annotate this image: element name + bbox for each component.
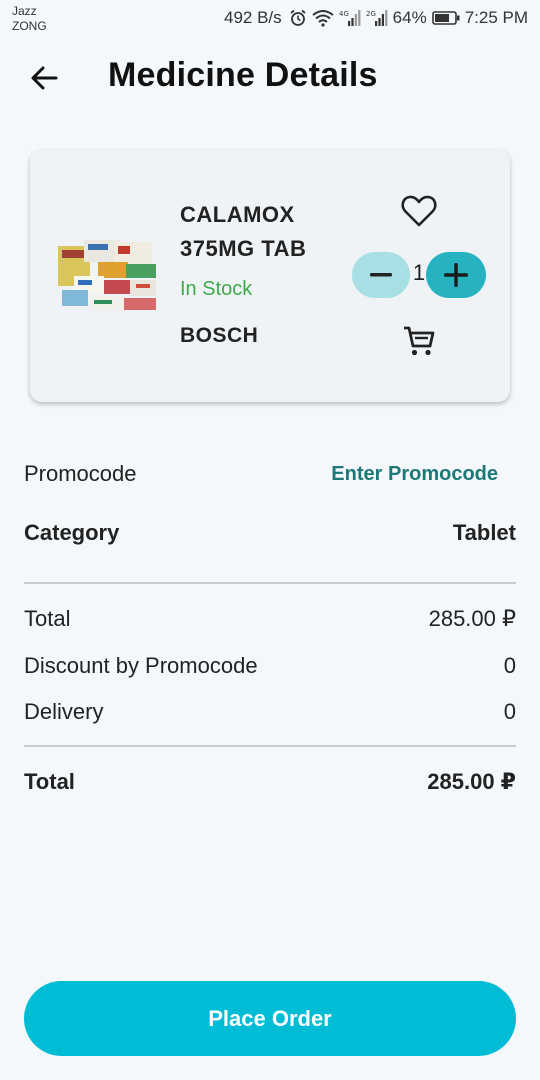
- product-name-line-2: 375MG TAB: [180, 236, 307, 261]
- delivery-row: Delivery 0: [24, 696, 516, 728]
- back-arrow-icon: [31, 66, 58, 90]
- product-image: [58, 240, 156, 310]
- decrease-quantity-button[interactable]: [352, 252, 410, 298]
- brand-name: BOSCH: [180, 324, 259, 347]
- product-name-line-1: CALAMOX: [180, 202, 295, 227]
- stock-status: In Stock: [180, 278, 253, 300]
- grand-total-value: 285.00 ₽: [427, 769, 516, 794]
- category-value: Tablet: [452, 520, 516, 545]
- clock: 7:25 PM: [464, 8, 528, 27]
- quantity-stepper: 1: [352, 252, 488, 300]
- total-row: Total 285.00 ₽: [24, 603, 516, 635]
- carrier-info: Jazz ZONG: [12, 4, 47, 34]
- net-speed: 492 B/s: [224, 8, 282, 27]
- battery-icon: [431, 11, 460, 25]
- total-value: 285.00 ₽: [428, 606, 516, 631]
- divider-bottom: [24, 745, 516, 747]
- grand-total-label: Total: [24, 769, 75, 794]
- enter-promocode-link[interactable]: Enter Promocode: [331, 463, 498, 486]
- plus-icon: [444, 263, 468, 287]
- grand-total-row: Total 285.00 ₽: [24, 766, 516, 798]
- carrier-1: Jazz: [12, 4, 37, 18]
- delivery-label: Delivery: [24, 699, 104, 724]
- svg-text:4G: 4G: [339, 10, 349, 18]
- promocode-label: Promocode: [24, 461, 137, 486]
- back-button[interactable]: [24, 58, 64, 98]
- product-name: CALAMOX 375MG TAB: [180, 198, 306, 266]
- category-row: Category Tablet: [24, 517, 516, 549]
- page-title: Medicine Details: [108, 56, 378, 94]
- signal-4g-icon: 4G: [339, 10, 361, 26]
- svg-text:2G: 2G: [366, 10, 376, 18]
- product-card: CALAMOX 375MG TAB In Stock BOSCH 1: [30, 150, 510, 402]
- add-to-cart-button[interactable]: [402, 324, 436, 358]
- minus-icon: [370, 273, 392, 277]
- wifi-icon: [312, 10, 334, 27]
- place-order-button[interactable]: Place Order: [24, 981, 516, 1056]
- discount-row: Discount by Promocode 0: [24, 650, 516, 682]
- divider-top: [24, 582, 516, 584]
- battery-percent: 64%: [392, 8, 427, 27]
- total-label: Total: [24, 606, 71, 631]
- category-label: Category: [24, 520, 120, 545]
- signal-2g-icon: 2G: [366, 10, 388, 26]
- carrier-2: ZONG: [12, 19, 47, 33]
- status-icons: 492 B/s 4G 2G 64% 7:25 PM: [224, 8, 528, 28]
- delivery-value: 0: [503, 699, 516, 724]
- cart-icon: [404, 326, 435, 356]
- promocode-row: Promocode Enter Promocode: [24, 458, 516, 490]
- increase-quantity-button[interactable]: [426, 252, 486, 298]
- alarm-icon: [290, 9, 306, 26]
- discount-label: Discount by Promocode: [24, 653, 258, 678]
- discount-value: 0: [503, 653, 516, 678]
- status-bar: Jazz ZONG 492 B/s 4G 2G 64% 7:25 PM: [0, 0, 540, 40]
- heart-icon: [401, 195, 437, 227]
- favorite-button[interactable]: [400, 194, 438, 228]
